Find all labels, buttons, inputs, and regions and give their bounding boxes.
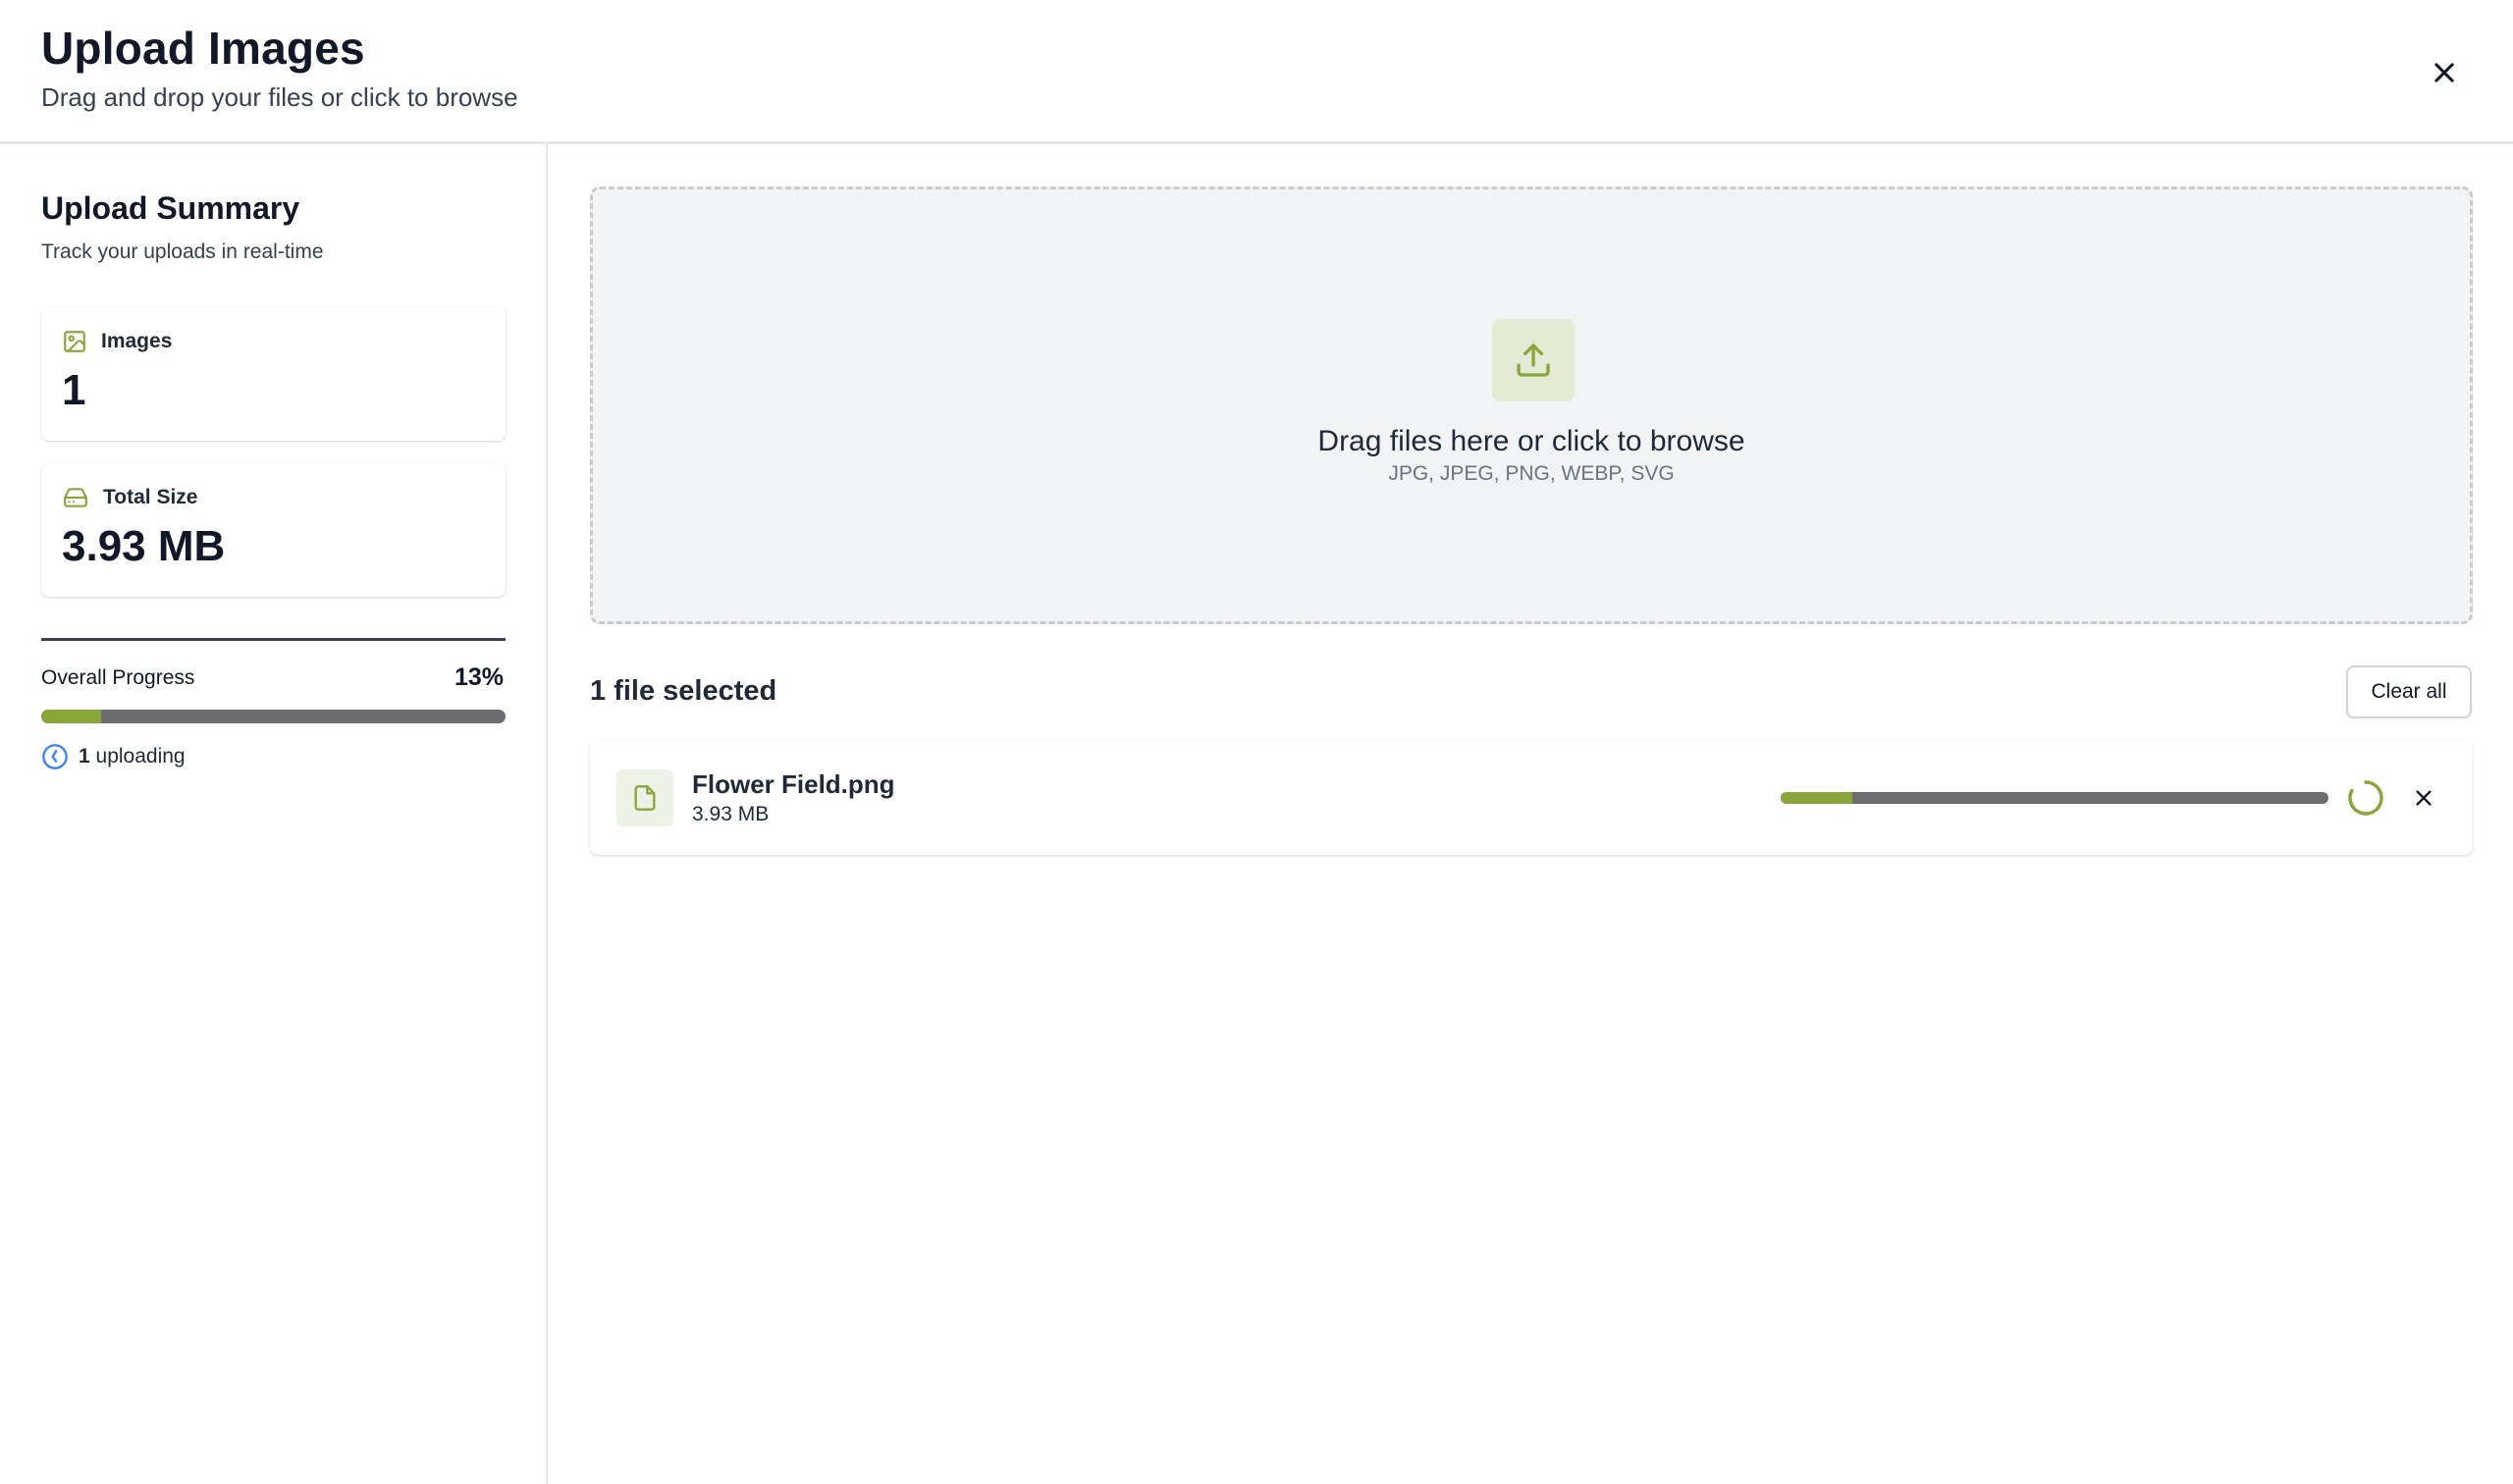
overall-progress-bar: [41, 710, 506, 723]
images-stat-card: Images 1: [41, 307, 506, 441]
summary-title: Upload Summary: [41, 190, 300, 226]
close-icon: [2416, 790, 2432, 806]
file-icon-tile: [616, 769, 673, 826]
file-name: Flower Field.png: [692, 769, 895, 799]
remove-file-button[interactable]: [2408, 782, 2439, 814]
file-icon: [634, 785, 656, 811]
dropzone-title: Drag files here or click to browse: [1317, 425, 1745, 457]
images-stat-label: Images: [101, 330, 173, 352]
uploading-count: 1: [79, 745, 90, 768]
total-size-stat-label: Total Size: [103, 486, 198, 508]
file-progress-bar: [1781, 792, 2328, 804]
clear-all-button[interactable]: Clear all: [2346, 665, 2472, 718]
overall-progress-label: Overall Progress: [41, 666, 195, 689]
overall-progress-percent: 13%: [454, 663, 504, 691]
page-title: Upload Images: [41, 23, 365, 74]
summary-subtitle: Track your uploads in real-time: [41, 240, 324, 263]
page-subtitle: Drag and drop your files or click to bro…: [41, 82, 518, 112]
file-list-item: Flower Field.png 3.93 MB: [590, 741, 2473, 855]
upload-icon: [1517, 344, 1550, 377]
images-stat-value: 1: [62, 366, 86, 414]
close-button[interactable]: [2421, 49, 2468, 96]
close-icon: [2434, 63, 2454, 82]
total-size-stat-value: 3.93 MB: [62, 522, 226, 570]
upload-icon-tile: [1492, 319, 1575, 401]
file-dropzone[interactable]: Drag files here or click to browse JPG, …: [590, 186, 2473, 624]
files-selected-count: 1 file selected: [590, 675, 777, 707]
uploading-label: uploading: [89, 745, 186, 768]
upload-summary-sidebar: Upload Summary Track your uploads in rea…: [0, 144, 548, 1484]
summary-divider: [41, 638, 506, 641]
file-size: 3.93 MB: [692, 803, 770, 825]
uploading-text: 1 uploading: [79, 745, 186, 768]
hard-drive-icon: [64, 488, 87, 507]
clock-icon: [42, 744, 68, 769]
spinner-icon: [2348, 780, 2383, 816]
overall-progress-fill: [41, 710, 102, 723]
total-size-stat-card: Total Size 3.93 MB: [41, 463, 506, 597]
uploading-status: 1 uploading: [41, 743, 186, 770]
dialog-header: Upload Images Drag and drop your files o…: [0, 0, 2513, 144]
file-progress-fill: [1781, 792, 1852, 804]
dropzone-formats: JPG, JPEG, PNG, WEBP, SVG: [1388, 462, 1675, 485]
image-icon: [64, 331, 85, 352]
